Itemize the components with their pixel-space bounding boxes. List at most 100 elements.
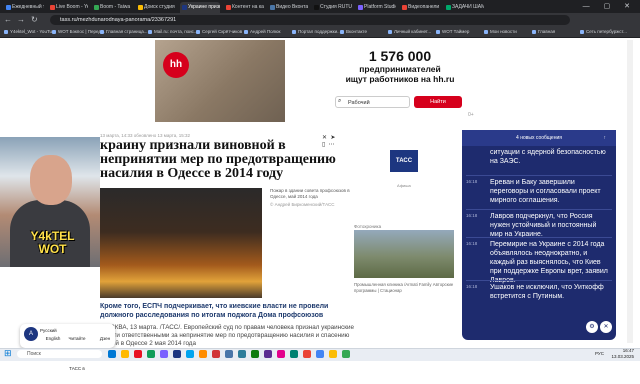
browser-tab[interactable]: Контент на канале — [224, 2, 264, 13]
browser-tab[interactable]: ЗАДАЧИ ШАМЕС — [444, 2, 484, 13]
keyboard-lang[interactable]: РУС — [595, 351, 604, 357]
webcam-logo-text: Y4kTEL WOT — [30, 229, 75, 256]
dzen-button[interactable]: Дзен — [92, 324, 118, 348]
read-tass-button[interactable]: Читайте ТАСС в — [64, 324, 90, 371]
taskbar-app-icon[interactable] — [134, 350, 142, 358]
tab-favicon-icon — [314, 5, 319, 10]
taskbar-app-icon[interactable] — [147, 350, 155, 358]
tab-favicon-icon — [446, 5, 451, 10]
tab-favicon-icon — [402, 5, 407, 10]
share-vk-icon[interactable]: ✕ — [322, 135, 327, 141]
search-icon: ⌕ — [338, 98, 342, 104]
taskbar-app-icon[interactable] — [277, 350, 285, 358]
ad-search-input[interactable]: Рабочий — [335, 96, 410, 108]
tass-logo[interactable]: ТАСС — [390, 150, 418, 172]
news-text: Лавров подчеркнул, что Россия нужен усто… — [490, 213, 597, 238]
article-body: МОСКВА, 13 марта. /ТАСС/. Европейский су… — [100, 324, 354, 347]
browser-tab[interactable]: Студия RUTUBE — [312, 2, 352, 13]
bookmark-item[interactable]: Главная страница... — [100, 28, 148, 36]
taskbar-app-icon[interactable] — [342, 350, 350, 358]
browser-tab[interactable]: Видео Вконтакт — [268, 2, 308, 13]
clock-date[interactable]: 13.03.2025 — [582, 354, 634, 360]
telegram-icon[interactable]: ➤ — [330, 135, 335, 141]
bookmark-item[interactable]: Личный кабинет... — [388, 28, 431, 36]
window-controls[interactable]: — ▢ ✕ — [583, 2, 636, 10]
browser-tab[interactable]: Украине признал — [180, 2, 220, 13]
taskbar-app-icon[interactable] — [160, 350, 168, 358]
news-text: ситуации с ядерной безопасностью на ЗАЭС… — [490, 149, 606, 165]
tass-subtitle: Афиша — [397, 183, 411, 188]
arrow-up-icon[interactable]: ↑ — [604, 130, 607, 146]
more-icon[interactable]: ⋯ — [329, 142, 335, 148]
forward-icon[interactable]: → — [17, 14, 25, 26]
taskbar-app-icon[interactable] — [225, 350, 233, 358]
news-divider — [466, 280, 612, 281]
tab-label: Boom - Taiwa — [100, 4, 131, 10]
reload-icon[interactable]: ↻ — [31, 14, 38, 26]
bookmark-item[interactable]: Сеть петербуржст... — [580, 28, 627, 36]
taskbar-app-icon[interactable] — [251, 350, 259, 358]
bookmark-item[interactable]: Портал поддержки... — [292, 28, 341, 36]
tab-label: Platform Studio — [364, 4, 396, 10]
news-divider — [466, 175, 612, 176]
taskbar-app-icon[interactable] — [329, 350, 337, 358]
ad-line2: ищут работников на hh.ru — [345, 74, 455, 84]
tab-favicon-icon — [94, 5, 99, 10]
taskbar-app-icon[interactable] — [199, 350, 207, 358]
article-headline: краину признали виновной в непринятии ме… — [100, 138, 336, 181]
news-text: Ереван и Баку завершили переговоры и сог… — [490, 179, 601, 204]
tab-favicon-icon — [50, 5, 55, 10]
ad-find-button[interactable]: Найти — [414, 96, 462, 108]
bookmark-item[interactable]: Вконтакте — [340, 28, 367, 36]
bookmark-item[interactable]: Главная — [532, 28, 555, 36]
windows-start-icon[interactable]: ⊞ — [4, 349, 13, 358]
browser-tab[interactable]: Live Boom - YeC — [48, 2, 88, 13]
browser-tab[interactable]: Доиск студия — [136, 2, 176, 13]
taskbar-app-icon[interactable] — [121, 350, 129, 358]
bookmark-item[interactable]: WOT Таймер — [436, 28, 469, 36]
browser-tab[interactable]: Ежедневный тай — [4, 2, 44, 13]
horses-photo[interactable] — [354, 230, 454, 278]
taskbar-app-icon[interactable] — [238, 350, 246, 358]
caption-text: Пожар в здании совета профсоюзов в Одесс… — [270, 188, 350, 199]
close-panel-icon[interactable]: ✕ — [600, 321, 612, 333]
article-photo — [100, 188, 262, 298]
bookmark-icon[interactable]: ▯ — [322, 142, 325, 148]
tab-label: Доиск студия — [144, 4, 175, 10]
bookmark-item[interactable]: WOT Бэкпос | Перед... — [52, 28, 105, 36]
browser-tab[interactable]: Видеопанели Со — [400, 2, 440, 13]
browser-tab[interactable]: Boom - Taiwa — [92, 2, 132, 13]
settings-icon[interactable]: ⚙ — [586, 321, 598, 333]
taskbar-app-icon[interactable] — [186, 350, 194, 358]
taskbar-search[interactable]: Поиск — [17, 350, 102, 358]
bookmark-item[interactable]: Мои новости — [484, 28, 517, 36]
page-scrollbar[interactable] — [627, 40, 633, 343]
tab-label: Видеопанели Со — [408, 4, 440, 10]
browser-tab[interactable]: Platform Studio — [356, 2, 396, 13]
taskbar-app-icon[interactable] — [173, 350, 181, 358]
photo-caption: Пожар в здании совета профсоюзов в Одесс… — [270, 188, 350, 208]
tab-label: Live Boom - YeC — [56, 4, 88, 10]
back-icon[interactable]: ← — [4, 14, 12, 26]
taskbar-app-icon[interactable] — [303, 350, 311, 358]
bookmark-item[interactable]: Mail.ru: почта, поис... — [148, 28, 198, 36]
new-messages-header[interactable]: 4 новых сообщения ↑ — [462, 130, 616, 146]
taskbar-app-icon[interactable] — [212, 350, 220, 358]
tab-label: Студия RUTUBE — [320, 4, 352, 10]
news-text: Ушаков не исключил, что Уиткофф встретит… — [490, 284, 604, 300]
taskbar-app-icon[interactable] — [316, 350, 324, 358]
taskbar-app-icon[interactable] — [264, 350, 272, 358]
taskbar-app-icon[interactable] — [108, 350, 116, 358]
bookmark-item[interactable]: Y4ektel_Wot - YouTu... — [4, 28, 56, 36]
taskbar-app-icon[interactable] — [290, 350, 298, 358]
bookmark-item[interactable]: Сергей Скрётчиков — [196, 28, 242, 36]
ad-line1: предпринимателей — [359, 64, 441, 74]
share-icons[interactable]: ✕ ➤ ▯ ⋯ — [322, 134, 335, 148]
news-time: 16:18 — [466, 284, 478, 289]
bookmark-item[interactable]: Андрей Полюк — [244, 28, 281, 36]
address-bar[interactable]: tass.ru/mezhdunarodnaya-panorama/2336729… — [50, 15, 570, 25]
language-icon[interactable]: A — [24, 327, 38, 341]
news-divider — [466, 237, 612, 238]
english-button[interactable]: English — [40, 324, 66, 348]
system-tray[interactable]: РУС 16:47 13.03.2025 — [582, 348, 634, 360]
